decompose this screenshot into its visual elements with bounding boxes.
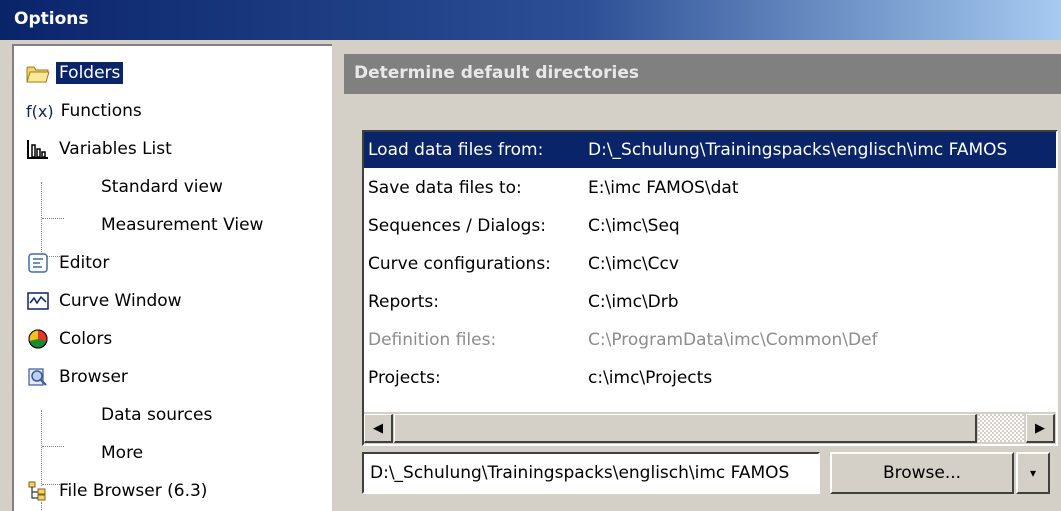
- directory-list[interactable]: Load data files from: D:\_Schulung\Train…: [362, 130, 1058, 446]
- folder-icon: [26, 61, 50, 85]
- browser-icon: [26, 365, 50, 389]
- scrollbar-track[interactable]: [978, 414, 1024, 442]
- title-bar[interactable]: Options: [0, 0, 1061, 40]
- tree-connector: [41, 182, 42, 258]
- directory-row[interactable]: Curve configurations: C:\imc\Ccv: [364, 246, 1056, 282]
- window-title: Options: [14, 9, 89, 29]
- curve-window-icon: [26, 289, 50, 313]
- browse-button[interactable]: Browse...: [830, 452, 1014, 494]
- tree-item-label: Colors: [59, 329, 113, 349]
- tree-item-label: File Browser (6.3): [59, 481, 208, 501]
- browse-dropdown-button[interactable]: ▾: [1016, 452, 1050, 494]
- tree-item-label: More: [101, 443, 144, 463]
- tree-item-label: Measurement View: [101, 215, 264, 235]
- tree-item-standard-view[interactable]: Standard view: [98, 172, 226, 202]
- file-browser-icon: [26, 479, 50, 503]
- scroll-right-button[interactable]: ▶: [1026, 414, 1055, 443]
- browse-button-label: Browse...: [882, 463, 962, 483]
- options-window: Options Folders f(x) Functions Variables…: [0, 0, 1061, 511]
- tree-item-measurement-view[interactable]: Measurement View: [98, 210, 266, 240]
- directory-label: Curve configurations:: [368, 254, 551, 274]
- tree-item-data-sources[interactable]: Data sources: [98, 400, 215, 430]
- directory-path: D:\_Schulung\Trainingspacks\englisch\imc…: [588, 140, 1008, 160]
- directory-label: Reports:: [368, 292, 439, 312]
- colors-icon: [26, 327, 50, 351]
- tree-item-label: Data sources: [101, 405, 213, 425]
- directory-path: C:\imc\Drb: [588, 292, 679, 312]
- function-fx-icon: f(x): [26, 101, 54, 121]
- directory-path: E:\imc FAMOS\dat: [588, 178, 739, 198]
- tree-item-label: Editor: [59, 253, 110, 273]
- tree-item-label: Browser: [59, 367, 128, 387]
- path-input[interactable]: [362, 452, 820, 494]
- scrollbar-thumb[interactable]: [394, 414, 977, 443]
- tree-item-variables-list[interactable]: Variables List: [26, 134, 175, 164]
- directory-row[interactable]: Definition files: C:\ProgramData\imc\Com…: [364, 322, 1056, 358]
- directory-label: Save data files to:: [368, 178, 522, 198]
- tree-item-file-browser[interactable]: File Browser (6.3): [26, 476, 210, 506]
- directory-label: Load data files from:: [368, 140, 544, 160]
- tree-connector: [42, 218, 64, 219]
- directory-path: c:\imc\Projects: [588, 368, 713, 388]
- tree-item-label: Variables List: [59, 139, 172, 159]
- directory-label: Projects:: [368, 368, 441, 388]
- tree-item-folders[interactable]: Folders: [26, 58, 124, 88]
- directory-row[interactable]: Sequences / Dialogs: C:\imc\Seq: [364, 208, 1056, 244]
- directory-path: C:\ProgramData\imc\Common\Def: [588, 330, 878, 350]
- scroll-left-button[interactable]: ◀: [364, 414, 393, 443]
- horizontal-scrollbar[interactable]: ◀ ▶: [364, 412, 1056, 444]
- directory-row[interactable]: Projects: c:\imc\Projects: [364, 360, 1056, 396]
- directory-row[interactable]: Load data files from: D:\_Schulung\Train…: [364, 132, 1056, 168]
- directory-label: Definition files:: [368, 330, 497, 350]
- tree-item-browser[interactable]: Browser: [26, 362, 131, 392]
- directory-label: Sequences / Dialogs:: [368, 216, 546, 236]
- tree-item-curve-window[interactable]: Curve Window: [26, 286, 185, 316]
- variables-list-icon: [26, 137, 50, 161]
- arrow-left-icon: ◀: [373, 420, 383, 436]
- options-tree[interactable]: Folders f(x) Functions Variables List St…: [12, 44, 332, 511]
- tree-item-colors[interactable]: Colors: [26, 324, 115, 354]
- directory-path: C:\imc\Ccv: [588, 254, 679, 274]
- arrow-right-icon: ▶: [1035, 420, 1045, 436]
- tree-item-label: Folders: [56, 62, 124, 84]
- directory-row[interactable]: Save data files to: E:\imc FAMOS\dat: [364, 170, 1056, 206]
- section-header: Determine default directories: [344, 54, 1061, 94]
- tree-item-label: Curve Window: [59, 291, 182, 311]
- editor-icon: [26, 251, 50, 275]
- tree-item-label: Functions: [60, 101, 142, 121]
- directory-path: C:\imc\Seq: [588, 216, 680, 236]
- tree-item-editor[interactable]: Editor: [26, 248, 112, 278]
- directory-row[interactable]: Reports: C:\imc\Drb: [364, 284, 1056, 320]
- tree-item-functions[interactable]: f(x) Functions: [26, 96, 145, 126]
- tree-item-label: Standard view: [101, 177, 223, 197]
- section-title: Determine default directories: [354, 63, 639, 83]
- tree-connector: [42, 446, 64, 447]
- chevron-down-icon: ▾: [1029, 466, 1037, 480]
- tree-item-more[interactable]: More: [98, 438, 146, 468]
- tree-connector: [41, 410, 42, 486]
- settings-panel: Determine default directories Load data …: [332, 40, 1061, 511]
